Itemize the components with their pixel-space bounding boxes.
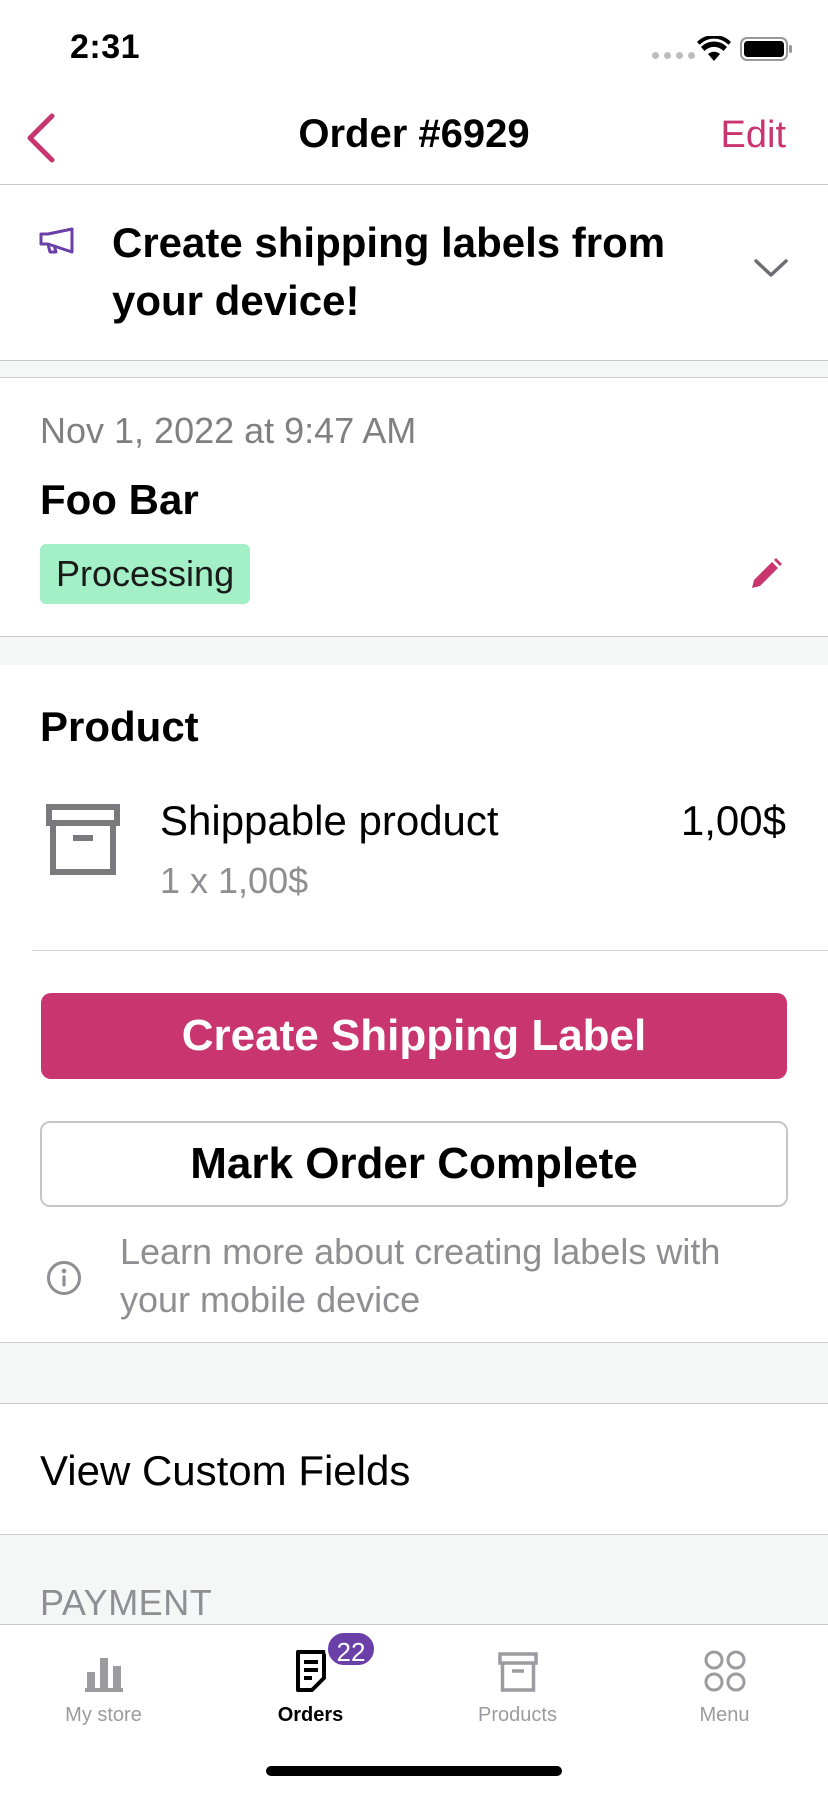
page-title: Order #6929 (298, 112, 530, 156)
create-shipping-label-button[interactable]: Create Shipping Label (41, 993, 787, 1079)
tab-label: Products (478, 1704, 557, 1726)
box-icon (497, 1652, 538, 1692)
orders-count-badge: 22 (325, 1630, 377, 1668)
tab-label: Menu (699, 1704, 750, 1726)
home-indicator (266, 1766, 562, 1776)
wifi-icon (697, 34, 731, 67)
order-date: Nov 1, 2022 at 9:47 AM (40, 410, 417, 451)
status-badge: Processing (40, 544, 251, 604)
section-gap (0, 361, 828, 377)
product-name[interactable]: Shippable product (160, 797, 499, 845)
tab-menu[interactable]: Menu (621, 1640, 828, 1727)
orders-icon (295, 1650, 326, 1692)
learn-more-link[interactable]: Learn more about creating labels with yo… (120, 1228, 780, 1324)
section-divider (0, 1403, 828, 1404)
product-quantity: 1 x 1,00$ (160, 860, 309, 901)
shipping-label-banner-text: Create shipping labels from your device! (112, 219, 666, 324)
chevron-down-icon[interactable] (754, 258, 788, 283)
mark-order-complete-button[interactable]: Mark Order Complete (40, 1121, 788, 1207)
box-icon (46, 804, 120, 881)
cellular-signal-icon (652, 52, 695, 59)
payment-section-header: PAYMENT (40, 1582, 213, 1623)
battery-icon (740, 37, 794, 66)
info-icon (46, 1260, 82, 1301)
edit-button[interactable]: Edit (721, 114, 786, 157)
tab-label: My store (65, 1704, 142, 1726)
megaphone-icon (38, 226, 76, 263)
nav-divider (0, 184, 828, 185)
view-custom-fields-row[interactable]: View Custom Fields (40, 1447, 410, 1495)
product-section-title: Product (40, 703, 199, 750)
tab-products[interactable]: Products (414, 1640, 621, 1727)
status-time: 2:31 (70, 28, 141, 66)
product-price: 1,00$ (680, 797, 786, 844)
section-gap (0, 637, 828, 665)
section-gap (0, 1343, 828, 1403)
product-divider (32, 950, 828, 951)
section-divider (0, 377, 828, 378)
tab-orders[interactable]: Orders (207, 1640, 414, 1727)
menu-grid-icon (704, 1650, 745, 1692)
tab-my-store[interactable]: My store (0, 1640, 207, 1727)
customer-name: Foo Bar (40, 476, 199, 523)
pencil-icon[interactable] (748, 556, 784, 597)
tab-label: Orders (277, 1704, 344, 1726)
bar-chart-icon (84, 1658, 123, 1692)
